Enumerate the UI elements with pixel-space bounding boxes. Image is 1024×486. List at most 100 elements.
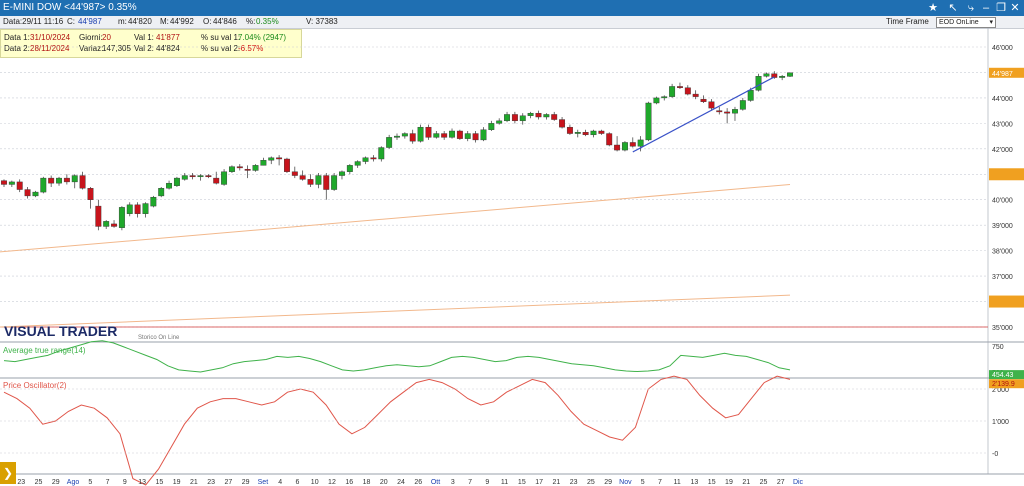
candle-body: [236, 166, 243, 169]
osc-value-tag: [989, 379, 1024, 389]
price-tick-label: 41'000: [992, 172, 1013, 179]
candle-body: [504, 114, 510, 122]
osc-tick-label: 2'000: [992, 387, 1009, 394]
val2-value: 44'824: [156, 44, 180, 53]
timeframe-select[interactable]: EOD OnLine ▾: [936, 17, 996, 28]
candle-body: [645, 102, 652, 141]
val2-label: Val 2:: [134, 44, 154, 53]
candle-body: [228, 166, 235, 172]
date-tick-label: 29: [604, 479, 612, 486]
chevron-down-icon: ▾: [989, 19, 993, 26]
osc-tick-label: 1'000: [992, 419, 1009, 426]
val1-label: Val 1:: [134, 33, 154, 42]
date-tick-label: 9: [485, 479, 489, 486]
price-tick-label: 42'000: [992, 147, 1013, 154]
date-tick-label: 27: [224, 479, 232, 486]
candle-body: [111, 223, 117, 227]
candle-body: [276, 157, 283, 160]
channel-lines: [0, 183, 791, 328]
candle-body: [590, 130, 597, 136]
candle-body: [456, 130, 463, 139]
info-close-val: 44'987: [78, 17, 102, 26]
date-tick-label: 21: [742, 479, 750, 486]
osc-value-label: 2'139.9: [992, 381, 1015, 388]
date-tick-label: 26: [414, 479, 422, 486]
candle-body: [519, 115, 526, 122]
date-tick-label: 23: [570, 479, 578, 486]
date-tick-label: 10: [311, 479, 319, 486]
minimize-icon[interactable]: –: [978, 0, 994, 16]
candle-body: [16, 181, 23, 190]
candle-body: [433, 133, 440, 138]
date-tick-label: 7: [658, 479, 662, 486]
candle-body: [511, 114, 518, 122]
price-tick-label: 39'000: [992, 223, 1013, 230]
candle-body: [621, 142, 628, 151]
date-tick-label: 18: [363, 479, 371, 486]
candle-body: [480, 129, 487, 141]
star-icon[interactable]: ★: [925, 0, 941, 16]
date-tick-label: 13: [691, 479, 699, 486]
chart-canvas[interactable]: 750500454.432'0001'000-02'139.9 35'00036…: [0, 0, 1024, 486]
candle-body: [87, 188, 94, 200]
candle-body: [339, 171, 345, 176]
osc-title: Price Oscillator(2): [3, 381, 67, 390]
candle-body: [205, 175, 212, 178]
price-tick-label: 36'000: [992, 300, 1013, 307]
info-max-val: 44'992: [170, 17, 194, 26]
date-tick-label: 5: [88, 479, 92, 486]
candle-body: [449, 130, 455, 138]
candle-body: [582, 132, 589, 136]
date-tick-label: Dic: [793, 479, 804, 486]
level-tag: [989, 168, 1024, 181]
cursor-icon[interactable]: ↖: [945, 0, 961, 16]
candles: [1, 71, 793, 231]
trendline-layer: [632, 76, 775, 153]
atr-tick-label: 500: [992, 370, 1004, 377]
candle-body: [441, 133, 448, 138]
candle-body: [417, 126, 424, 142]
date-tick-label: 15: [708, 479, 716, 486]
candle-body: [598, 130, 605, 134]
price-tick-label: 35'000: [992, 325, 1013, 332]
pin-icon[interactable]: ⤷: [963, 0, 979, 16]
candle-body: [221, 171, 228, 185]
d1-label: Data 1:: [4, 33, 30, 42]
date-tick-label: 5: [641, 479, 645, 486]
candle-body: [543, 114, 550, 118]
candle-body: [213, 177, 220, 184]
candle-body: [346, 165, 353, 172]
date-tick-label: 24: [397, 479, 405, 486]
date-tick-label: 27: [777, 479, 785, 486]
candle-body: [755, 76, 762, 91]
close-icon[interactable]: ✕: [1007, 0, 1023, 16]
candle-body: [527, 112, 534, 116]
candle-body: [535, 112, 542, 118]
pct1-label: % su val 1:: [201, 33, 241, 42]
candle-body: [24, 189, 31, 197]
date-axis: 19 23 25 29 Ago 5 7 9 13 15 19 21 23 27 29 Set 4 6 10 12 16 1…: [0, 479, 803, 486]
atr-tick-label: 750: [992, 344, 1004, 351]
candle-body: [488, 123, 495, 130]
price-tag-label: 44'987: [992, 71, 1013, 78]
level-tag: [989, 295, 1024, 308]
candle-body: [1, 180, 7, 185]
candle-body: [299, 175, 306, 180]
info-pct-val: 0.35%: [256, 17, 279, 26]
date-tick-label: Set: [258, 479, 269, 486]
candle-body: [331, 175, 338, 190]
date-tick-label: 19: [173, 479, 181, 486]
expand-panel-button[interactable]: ❯: [0, 462, 16, 484]
date-tick-label: Ott: [431, 479, 440, 486]
candle-body: [79, 175, 86, 189]
info-open-val: 44'846: [213, 17, 237, 26]
candle-body: [692, 93, 699, 97]
candle-body: [716, 110, 723, 113]
price-tick-label: 37'000: [992, 274, 1013, 281]
giorni-value: 20: [102, 33, 111, 42]
candle-body: [747, 90, 754, 101]
candle-body: [684, 87, 691, 95]
d2-value: 28/11/2024: [30, 44, 70, 53]
candle-body: [315, 175, 322, 185]
candle-body: [284, 158, 290, 172]
